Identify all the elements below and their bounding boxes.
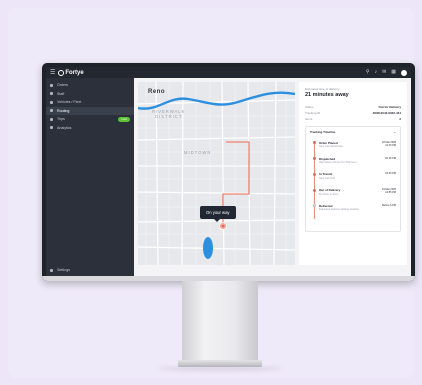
sidebar-item-label: Vehicles / Fleet — [57, 100, 82, 105]
menu-icon[interactable]: ☰ — [50, 70, 55, 76]
driver-tooltip: On your way — [200, 206, 236, 222]
sidebar-item-staff[interactable]: Staff — [46, 90, 134, 99]
sidebar: Orders Staff Vehicles / Fleet Routing Tr… — [46, 78, 134, 276]
sidebar-item-label: Staff — [57, 91, 65, 96]
sidebar-item-label: Analytics — [57, 125, 72, 130]
live-badge: Live — [118, 116, 130, 122]
route-map[interactable]: Reno RIVERWALK DISTRICT MIDTOWN On your … — [138, 82, 295, 265]
step-time: 03:30 PM — [385, 172, 396, 175]
stand-shadow — [158, 366, 282, 371]
step-pending-icon — [312, 204, 316, 208]
eta-value: 21 minutes away — [305, 92, 349, 98]
user-avatar[interactable] — [401, 69, 407, 76]
sidebar-item-vehicles[interactable]: Vehicles / Fleet — [46, 98, 134, 107]
step-time: Before 6 PM — [382, 204, 396, 207]
step-clock: 12:15 PM — [385, 144, 396, 147]
sidebar-item-settings[interactable]: Settings — [46, 268, 134, 272]
items-row: Items 2 — [305, 117, 401, 121]
monitor-stand — [182, 281, 258, 361]
tracking-label: Tracking ID — [305, 111, 321, 115]
status-label: Status — [305, 105, 314, 109]
step-done-icon — [312, 172, 316, 176]
sidebar-item-routing[interactable]: Routing — [46, 106, 134, 115]
delivery-panel: Estimated time of delivery 21 minutes aw… — [299, 82, 407, 265]
tracking-timeline: Tracking Timeline ⌄ Order Placed New Yor… — [305, 126, 401, 232]
step-time: 19 Mar 2025 12:55 PM — [382, 188, 396, 194]
step-time: 02:15 PM — [385, 157, 396, 160]
trips-icon — [50, 117, 53, 121]
timeline-step: In Transit New York Hub 03:30 PM — [310, 172, 396, 181]
step-time: 18 Mar 2025 12:15 PM — [382, 141, 396, 147]
step-done-icon — [312, 157, 316, 161]
sidebar-item-analytics[interactable]: Analytics — [46, 124, 134, 133]
search-icon[interactable]: ⚲ — [366, 70, 370, 75]
step-clock: Before 6 PM — [382, 203, 396, 207]
lake — [203, 237, 213, 259]
timeline-step: Dispatched Warehouse pickup from Shipmen… — [310, 157, 396, 166]
gear-icon — [50, 268, 53, 272]
step-clock: 03:30 PM — [385, 172, 396, 176]
monitor: ☰ Fortye ⚲ ♪ ✉ ▦ Orders Staff Vehicles /… — [42, 63, 415, 281]
tracking-row: Tracking ID DXW-2043-0022-444 — [305, 111, 401, 115]
step-clock: 02:15 PM — [385, 156, 396, 160]
step-done-icon — [312, 188, 316, 192]
background-card: ☰ Fortye ⚲ ♪ ✉ ▦ Orders Staff Vehicles /… — [8, 8, 415, 378]
sidebar-item-label: Routing — [57, 108, 70, 113]
timeline-title: Tracking Timeline — [310, 130, 336, 134]
status-row: Status Out for Delivery — [305, 105, 401, 109]
main-content: Reno RIVERWALK DISTRICT MIDTOWN On your … — [134, 78, 411, 276]
timeline-step: Out of Delivery By Driver in Reno 19 Mar… — [310, 188, 396, 197]
items-label: Items — [305, 117, 313, 121]
routing-icon — [50, 109, 53, 113]
chevron-down-icon[interactable]: ⌄ — [393, 130, 396, 134]
sidebar-item-orders[interactable]: Orders — [46, 81, 134, 90]
map-area-label: MIDTOWN — [184, 150, 212, 155]
screen: ☰ Fortye ⚲ ♪ ✉ ▦ Orders Staff Vehicles /… — [46, 67, 411, 276]
staff-icon — [50, 92, 53, 96]
sidebar-item-label: Orders — [57, 83, 68, 88]
timeline-step: Order Placed New York Warehouse 18 Mar 2… — [310, 141, 396, 150]
step-done-icon — [312, 141, 316, 145]
sidebar-item-label: Settings — [57, 268, 70, 272]
timeline-header[interactable]: Tracking Timeline ⌄ — [310, 130, 396, 134]
step-clock: 12:55 PM — [385, 191, 396, 195]
step-subtitle: New York Hub — [319, 176, 335, 180]
tracking-value: DXW-2043-0022-444 — [372, 111, 401, 115]
timeline-step: Delivered Estimated Delivery address loc… — [310, 204, 396, 213]
step-subtitle: Estimated Delivery address location — [319, 208, 359, 212]
items-value: 2 — [399, 117, 401, 121]
bell-icon[interactable]: ♪ — [375, 70, 378, 75]
truck-icon — [50, 100, 53, 104]
grid-icon[interactable]: ▦ — [391, 70, 396, 75]
top-actions: ⚲ ♪ ✉ ▦ — [366, 69, 407, 76]
sidebar-item-trips[interactable]: Trips Live — [46, 115, 134, 124]
status-value: Out for Delivery — [378, 105, 401, 109]
top-bar: ☰ Fortye ⚲ ♪ ✉ ▦ — [46, 67, 411, 78]
eta-label: Estimated time of delivery — [305, 87, 340, 91]
sidebar-item-label: Trips — [57, 117, 65, 122]
driver-marker-dot — [221, 224, 225, 228]
map-city-label: Reno — [148, 89, 165, 95]
brand-name: Fortye — [65, 69, 84, 76]
brand-logo[interactable]: Fortye — [58, 69, 84, 76]
step-subtitle: Warehouse pickup from Shipment — [319, 161, 357, 165]
logo-icon — [58, 69, 65, 76]
map-district-line2: DISTRICT — [155, 113, 183, 119]
map-district-label: RIVERWALK DISTRICT — [152, 109, 185, 119]
orders-icon — [50, 83, 53, 87]
analytics-icon — [50, 126, 53, 130]
mail-icon[interactable]: ✉ — [382, 70, 386, 75]
